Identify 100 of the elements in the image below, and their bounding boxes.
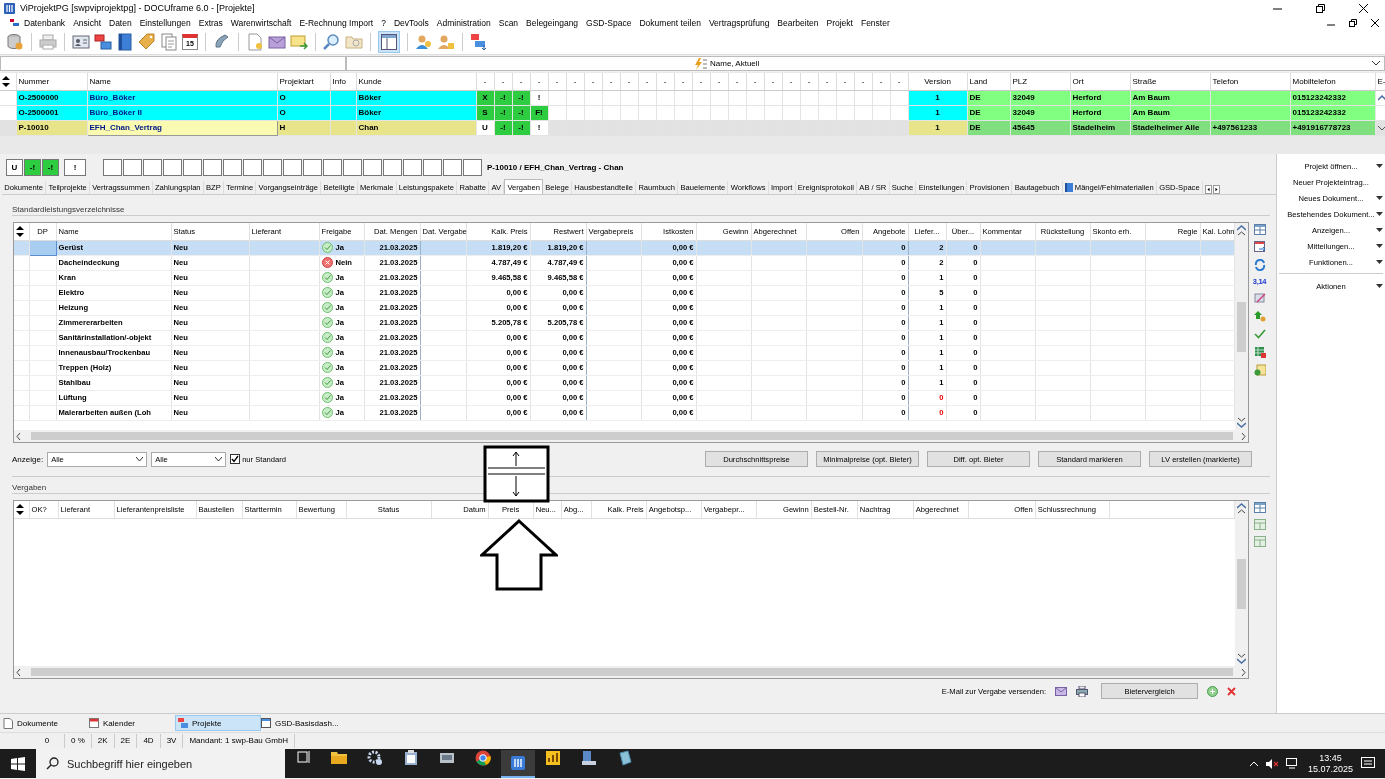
menu-item[interactable]: Daten [105, 18, 136, 28]
column-header[interactable]: Straße [1130, 73, 1210, 90]
notebook-icon[interactable] [617, 749, 633, 766]
speaker-muted-icon[interactable] [1265, 758, 1278, 769]
search-icon[interactable] [323, 33, 341, 51]
windows-icon[interactable] [94, 33, 112, 51]
menu-item[interactable]: Ansicht [69, 18, 105, 28]
input-field[interactable] [0, 56, 346, 71]
clipboard-icon[interactable] [403, 749, 419, 766]
chart-icon[interactable] [545, 749, 561, 766]
tab[interactable]: GSD-Basisdash... [261, 715, 349, 731]
checkmark-icon[interactable] [1253, 328, 1266, 340]
scroll-left-icon[interactable] [1204, 185, 1212, 194]
caret-up-icon[interactable] [1249, 761, 1258, 766]
column-header[interactable]: Projektart [277, 73, 330, 90]
scroll-up-icon[interactable] [1377, 94, 1385, 101]
sort-toggle-icon[interactable] [16, 225, 24, 237]
id-card-icon[interactable] [72, 33, 90, 51]
spreadsheet-icon[interactable] [1253, 346, 1266, 358]
scroll-right-icon[interactable] [1212, 185, 1220, 194]
folder-icon[interactable] [331, 749, 347, 764]
refresh-icon[interactable] [1253, 259, 1266, 271]
clock-time[interactable]: 13:45 [1319, 752, 1342, 764]
menu-item[interactable]: Datenbank [20, 18, 70, 28]
scrollbar-thumb[interactable] [1236, 301, 1246, 352]
menu-item[interactable]: Administration [432, 18, 495, 28]
book-icon[interactable] [116, 33, 134, 51]
scroll-left-icon[interactable] [16, 668, 21, 676]
menu-item[interactable]: Projekt [822, 18, 857, 28]
menu-item[interactable]: GSD-Space [582, 18, 636, 28]
status-field: 2E [114, 734, 138, 748]
task-view-icon[interactable] [297, 749, 311, 764]
note-arrow-icon[interactable] [290, 33, 308, 51]
caret-down-icon [1376, 228, 1383, 232]
menu-item[interactable]: Vertragsprüfung [704, 18, 774, 28]
menu-item[interactable]: DevTools [389, 18, 433, 28]
column-header[interactable]: E- [1375, 73, 1385, 90]
scroll-right-icon[interactable] [1240, 432, 1246, 440]
menu-item[interactable]: Extras [194, 18, 227, 28]
envelope-icon[interactable] [1055, 686, 1067, 696]
sort-toggle-icon[interactable] [16, 503, 24, 515]
scroll-right-icon[interactable] [1241, 668, 1246, 676]
gear-icon[interactable] [367, 749, 383, 766]
close-icon[interactable] [1371, 19, 1379, 27]
close-icon[interactable] [1359, 3, 1368, 13]
windows-arrow-icon[interactable] [470, 33, 488, 51]
scrollbar-thumb[interactable] [31, 668, 1233, 676]
delete-icon[interactable] [1227, 686, 1236, 696]
column-header[interactable]: Mobiltelefon [1290, 73, 1375, 90]
database-icon[interactable] [6, 33, 24, 51]
menu-item[interactable]: E-Rechnung Import [295, 18, 378, 28]
column-header[interactable]: PLZ [1010, 73, 1070, 90]
checkbox[interactable] [230, 454, 241, 464]
windows-logo-icon[interactable] [11, 756, 25, 771]
phone-icon[interactable] [213, 33, 231, 51]
tab[interactable]: Kalender [89, 715, 175, 731]
printer-icon[interactable] [1076, 685, 1088, 697]
menu-item[interactable]: Belegeingang [522, 18, 583, 28]
tab[interactable]: Dokumente [3, 715, 89, 731]
status-field: 3V [160, 734, 184, 748]
menu-item[interactable]: Bearbeiten [773, 18, 823, 28]
menu-item[interactable]: Dokument teilen [635, 18, 705, 28]
coins-document-icon[interactable] [1253, 364, 1266, 376]
server-icon[interactable] [581, 749, 597, 766]
app-icon[interactable] [511, 755, 525, 770]
column-header[interactable]: Ort [1070, 73, 1130, 90]
browser-icon[interactable] [475, 749, 491, 766]
clock-date[interactable]: 15.07.2025 [1307, 763, 1353, 775]
envelope-icon[interactable] [268, 33, 286, 51]
status-flag [123, 159, 142, 176]
sort-dropdown[interactable]: Name, Aktuell [346, 56, 1385, 71]
column-header[interactable]: Land [967, 73, 1010, 90]
caret-down-icon [1376, 284, 1383, 288]
layout-icon[interactable] [381, 34, 397, 50]
restore-icon[interactable] [1349, 19, 1357, 27]
search-field[interactable]: Suchbegriff hier eingeben [36, 749, 285, 778]
sort-toggle-icon[interactable] [2, 75, 10, 87]
column-header[interactable]: Info [330, 73, 356, 90]
menu-item[interactable]: Fenster [856, 18, 894, 28]
menu-item[interactable]: ? [377, 18, 390, 28]
scroll-down-icon[interactable] [1377, 124, 1385, 131]
tag-icon[interactable] [138, 33, 156, 51]
column-header[interactable]: Kunde [356, 73, 476, 90]
add-icon[interactable] [1207, 685, 1218, 697]
pencil-icon[interactable] [1253, 292, 1266, 304]
scrollbar-thumb[interactable] [1237, 558, 1246, 609]
column-header[interactable]: Telefon [1210, 73, 1290, 90]
restore-icon[interactable] [1316, 3, 1325, 13]
column-header[interactable]: Version [908, 73, 967, 90]
menu-item[interactable]: Einstellungen [135, 18, 195, 28]
tab[interactable]: Projekte [175, 715, 261, 731]
column-header[interactable]: Name [87, 73, 277, 90]
notification-icon[interactable] [1361, 757, 1375, 770]
scroll-left-icon[interactable] [16, 432, 21, 440]
menu-item[interactable]: Scan [494, 18, 523, 28]
menu-item[interactable]: Warenwirtschaft [226, 18, 296, 28]
up-arrow-icon[interactable] [1253, 310, 1266, 322]
people-icon[interactable] [415, 33, 433, 51]
scrollbar-thumb[interactable] [31, 432, 1233, 440]
column-header[interactable]: Nummer [16, 73, 87, 90]
